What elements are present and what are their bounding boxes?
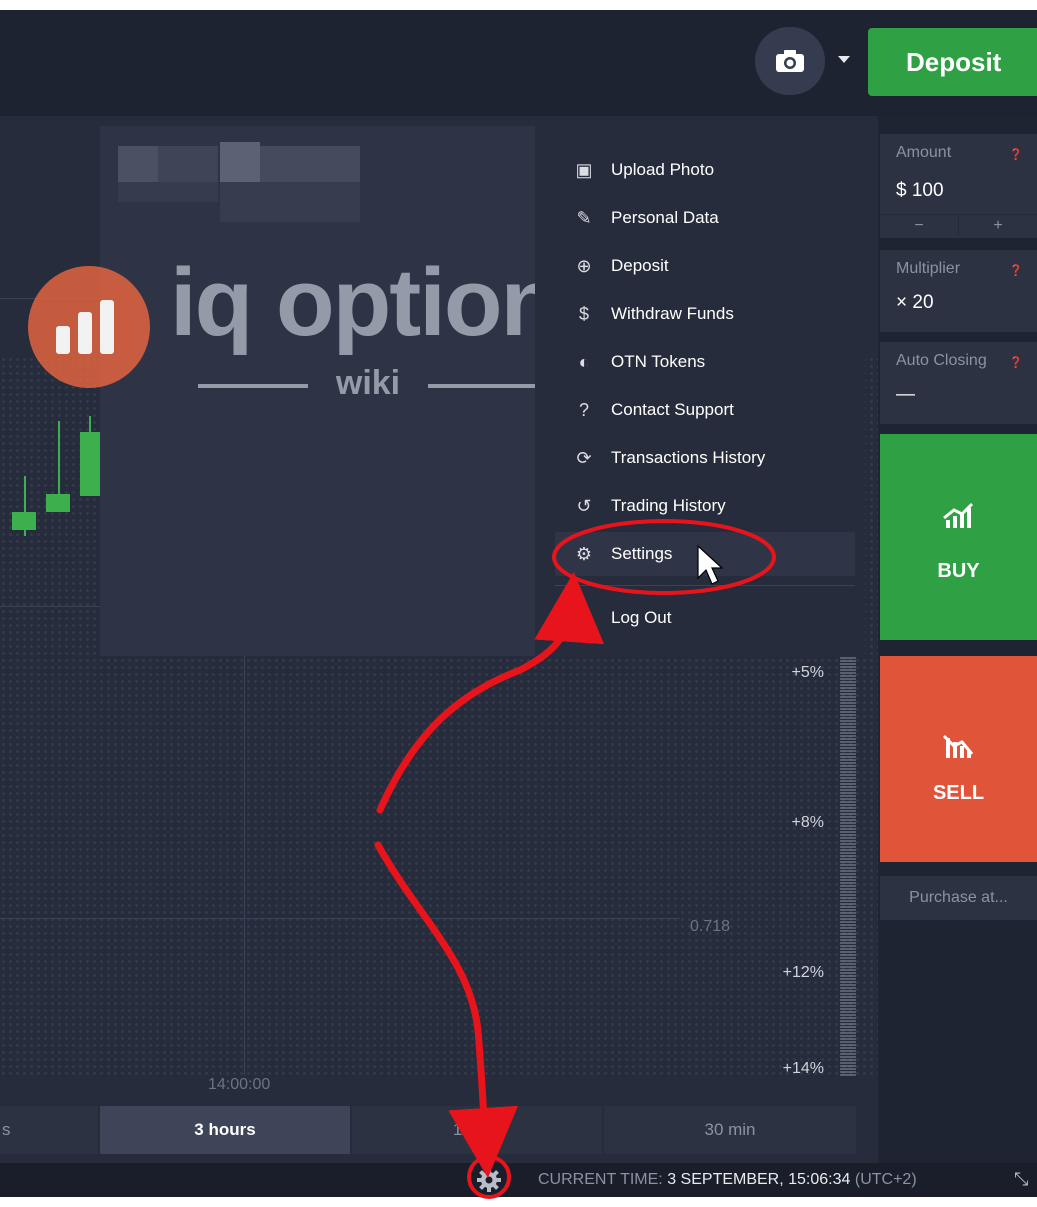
camera-icon — [776, 50, 804, 72]
menu-item-label: Deposit — [611, 256, 669, 275]
amount-label: Amount — [896, 144, 952, 161]
watermark: iq option wiki — [28, 249, 559, 416]
menu-item-upload-photo[interactable]: ▣ Upload Photo — [555, 148, 855, 192]
timezone: (UTC+2) — [854, 1171, 917, 1188]
menu-item-personal-data[interactable]: ✎ Personal Data — [555, 196, 855, 240]
multiplier-label: Multiplier — [896, 260, 961, 277]
current-time-label: CURRENT TIME: — [538, 1171, 663, 1188]
watermark-sub: wiki — [198, 364, 538, 404]
multiplier-box[interactable]: Multiplier ❓ × 20 — [880, 250, 1037, 332]
user-dropdown-menu: ▣ Upload Photo ✎ Personal Data ⊕ Deposit… — [535, 116, 865, 656]
amount-box[interactable]: Amount ❓ $ 100 − + — [880, 134, 1037, 238]
menu-item-label: Withdraw Funds — [611, 304, 734, 323]
candle — [12, 512, 36, 530]
menu-item-label: Contact Support — [611, 400, 734, 419]
auto-closing-label: Auto Closing — [896, 352, 987, 369]
scale-label: +5% — [791, 664, 824, 681]
time-label: 14:00:00 — [208, 1076, 271, 1093]
current-time: CURRENT TIME: 3 SEPTEMBER, 15:06:34 (UTC… — [538, 1171, 917, 1189]
top-bar: Deposit — [0, 10, 1037, 116]
auto-closing-box[interactable]: Auto Closing ❓ — — [880, 342, 1037, 424]
menu-item-transactions-history[interactable]: ⟳ Transactions History — [555, 436, 855, 480]
amount-value[interactable]: $ 100 — [896, 180, 944, 202]
history-icon: ↺ — [576, 495, 592, 516]
help-icon[interactable]: ❓ — [1009, 148, 1023, 161]
menu-item-label: OTN Tokens — [611, 352, 706, 371]
chevron-down-icon[interactable] — [838, 56, 850, 63]
price-label: 0.718 — [690, 918, 731, 935]
menu-item-label: Personal Data — [611, 208, 719, 227]
grid-line — [0, 606, 100, 607]
current-time-value: 3 SEPTEMBER, 15:06:34 — [667, 1171, 851, 1188]
menu-divider — [555, 585, 855, 586]
camera-icon: ▣ — [575, 159, 593, 180]
buy-button[interactable]: BUY — [880, 434, 1037, 640]
grid-line — [244, 656, 245, 1076]
menu-item-label: Upload Photo — [611, 160, 715, 179]
token-icon: ◐ — [578, 351, 590, 372]
gear-icon: ⚙ — [575, 543, 593, 564]
timeframe-bar: s 3 hours 1 hour 30 min — [0, 1106, 858, 1154]
watermark-brand: iq option — [170, 249, 559, 356]
dollar-icon: $ — [578, 303, 589, 324]
decrease-button[interactable]: − — [880, 214, 959, 236]
menu-item-log-out[interactable]: ⇆ Log Out — [555, 596, 855, 640]
grid-line — [0, 918, 680, 919]
menu-item-deposit[interactable]: ⊕ Deposit — [555, 244, 855, 288]
percent-ruler — [840, 657, 856, 1076]
trend-down-icon — [942, 734, 974, 758]
menu-item-trading-history[interactable]: ↺ Trading History — [555, 484, 855, 528]
refresh-icon: ⟳ — [576, 447, 592, 468]
amount-stepper: − + — [880, 214, 1037, 236]
menu-item-label: Transactions History — [611, 448, 766, 467]
timeframe-tab[interactable]: s — [0, 1106, 100, 1154]
menu-item-label: Trading History — [611, 496, 726, 515]
menu-item-label: Log Out — [611, 608, 672, 627]
trade-side-panel: Amount ❓ $ 100 − + Multiplier ❓ × 20 Aut… — [878, 116, 1037, 1163]
scale-label: +8% — [791, 814, 824, 831]
blurred-avatar — [220, 182, 360, 222]
buy-label: BUY — [937, 560, 980, 582]
blurred-avatar — [260, 146, 360, 182]
sell-label: SELL — [932, 782, 985, 804]
trading-app: Deposit iq option wiki +5% +8% +12% +14%… — [0, 10, 1037, 1197]
trend-up-icon — [943, 502, 974, 528]
blurred-avatar — [158, 146, 218, 182]
sell-button[interactable]: SELL — [880, 656, 1037, 862]
camera-button[interactable] — [755, 27, 825, 95]
auto-closing-value: — — [896, 384, 915, 405]
fullscreen-icon[interactable]: ⤡ — [1014, 1169, 1028, 1190]
settings-gear-icon[interactable] — [474, 1165, 504, 1195]
multiplier-value[interactable]: × 20 — [896, 292, 934, 314]
timeframe-tab-active[interactable]: 3 hours — [100, 1106, 352, 1154]
edit-icon: ✎ — [576, 207, 592, 228]
help-icon[interactable]: ❓ — [1009, 264, 1023, 277]
plus-circle-icon: ⊕ — [576, 255, 592, 276]
logout-icon: ⇆ — [576, 607, 592, 628]
menu-item-otn-tokens[interactable]: ◐ OTN Tokens — [555, 340, 855, 384]
scale-label: +14% — [782, 1060, 824, 1077]
timeframe-tab[interactable]: 30 min — [604, 1106, 858, 1154]
blurred-avatar — [118, 146, 158, 182]
blurred-avatar — [220, 142, 260, 182]
watermark-logo — [28, 266, 150, 388]
candle — [80, 432, 100, 496]
status-bar: CURRENT TIME: 3 SEPTEMBER, 15:06:34 (UTC… — [0, 1163, 1037, 1197]
scale-label: +12% — [782, 964, 824, 981]
increase-button[interactable]: + — [959, 214, 1037, 236]
watermark-sub-text: wiki — [335, 364, 401, 402]
purchase-at-button[interactable]: Purchase at... — [880, 876, 1037, 920]
trend-down-icon — [942, 732, 976, 767]
menu-item-settings[interactable]: ⚙ Settings — [555, 532, 855, 576]
timeframe-tab[interactable]: 1 hour — [352, 1106, 604, 1154]
menu-item-contact-support[interactable]: ? Contact Support — [555, 388, 855, 432]
blurred-avatar — [118, 182, 218, 202]
help-icon[interactable]: ❓ — [1009, 356, 1023, 369]
candle — [46, 494, 70, 512]
menu-item-label: Settings — [611, 544, 673, 563]
menu-item-withdraw-funds[interactable]: $ Withdraw Funds — [555, 292, 855, 336]
trend-up-icon — [942, 502, 976, 537]
deposit-button[interactable]: Deposit — [868, 28, 1037, 96]
question-icon: ? — [578, 399, 589, 420]
